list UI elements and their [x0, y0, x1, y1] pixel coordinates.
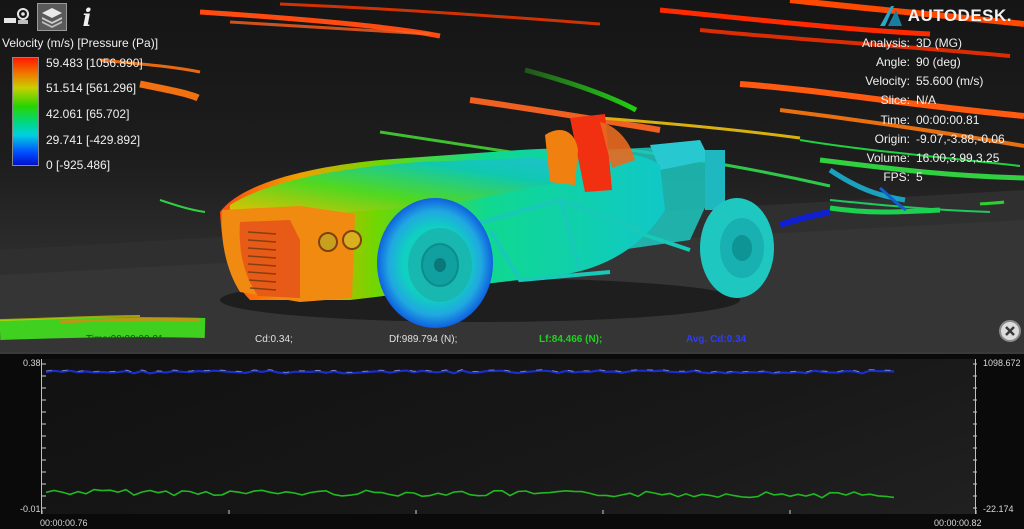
status-cd: Cd:0.34; [255, 334, 293, 345]
info-value: 3D (MG) [916, 36, 962, 50]
info-row-angle: Angle: 90 (deg) [820, 55, 1020, 71]
legend-label-min: 0 [-925.486] [46, 158, 111, 172]
info-row-fps: FPS: 5 [820, 170, 1020, 186]
coefficient-graph-panel: 0.38 -0.01 1098.672 -22.174 00:00:00.76 … [0, 352, 1024, 529]
info-key: Angle: [875, 55, 910, 69]
x-end-label: 00:00:00.82 [934, 518, 982, 528]
front-wheel [377, 198, 493, 328]
info-value: -9.07,-3.88,-0.06 [916, 132, 1005, 146]
legend-label-max: 59.483 [1056.890] [46, 56, 143, 70]
x-start-label: 00:00:00.76 [40, 518, 88, 528]
legend-label-high: 51.514 [561.296] [46, 81, 137, 95]
info-value: 90 (deg) [916, 55, 961, 69]
status-time: Time:00:00:00.81 [86, 334, 164, 345]
info-key: Velocity: [865, 74, 910, 88]
status-avg-cd: Avg. Cd:0.34 [686, 334, 747, 345]
time-series-graph[interactable] [41, 359, 977, 514]
info-key: FPS: [883, 170, 910, 184]
autodesk-logo: AUTODESK. [879, 6, 1012, 26]
info-row-slice: Slice: N/A [820, 93, 1020, 109]
info-row-velocity: Velocity: 55.600 (m/s) [820, 74, 1020, 90]
lf-series-line [45, 488, 895, 499]
close-graph-button[interactable] [999, 320, 1021, 342]
y-right-min-label: -22.174 [983, 504, 1014, 514]
close-icon [1005, 326, 1015, 336]
brand-name: AUTODESK. [907, 6, 1012, 25]
info-value: 16.00,3.99,3.25 [916, 151, 1000, 165]
info-row-volume: Volume: 16.00,3.99,3.25 [820, 151, 1020, 167]
info-row-origin: Origin: -9.07,-3.88,-0.06 [820, 132, 1020, 148]
avg-cd-series-line [45, 369, 895, 375]
status-df: Df:989.794 (N); [389, 334, 458, 345]
info-value: 5 [916, 170, 923, 184]
legend-label-mid: 42.061 [65.702] [46, 107, 130, 121]
info-row-analysis: Analysis: 3D (MG) [820, 36, 1020, 52]
info-row-time: Time: 00:00:00.81 [820, 113, 1020, 129]
layers-icon[interactable] [37, 3, 67, 31]
rear-wheel [700, 198, 774, 298]
info-value: 55.600 (m/s) [916, 74, 984, 88]
car-model[interactable] [220, 114, 774, 328]
tools-icon[interactable] [2, 3, 32, 31]
info-key: Volume: [866, 151, 910, 165]
y-left-min-label: -0.01 [20, 504, 41, 514]
info-key: Origin: [874, 132, 910, 146]
legend-title: Velocity (m/s) [Pressure (Pa)] [2, 36, 159, 50]
info-key: Time: [880, 113, 910, 127]
info-key: Analysis: [861, 36, 910, 50]
info-value: N/A [916, 93, 937, 107]
info-icon[interactable]: i [72, 3, 102, 32]
legend-colorbar [12, 57, 39, 166]
info-value: 00:00:00.81 [916, 113, 980, 127]
status-lf: Lf:84.466 (N); [539, 334, 603, 345]
metrics-status-bar: Time:00:00:00.81 Cd:0.34; Df:989.794 (N)… [0, 324, 1024, 350]
autodesk-logo-icon [879, 6, 902, 26]
simulation-viewport[interactable]: i AUTODESK. Velocity (m/s) [Pressure (Pa… [0, 0, 1024, 352]
top-toolbar: i AUTODESK. [0, 0, 1024, 34]
y-right-max-label: 1098.672 [983, 358, 1021, 368]
info-key: Slice: [880, 93, 910, 107]
legend-label-low: 29.741 [-429.892] [46, 133, 141, 147]
y-left-max-label: 0.38 [23, 358, 41, 368]
